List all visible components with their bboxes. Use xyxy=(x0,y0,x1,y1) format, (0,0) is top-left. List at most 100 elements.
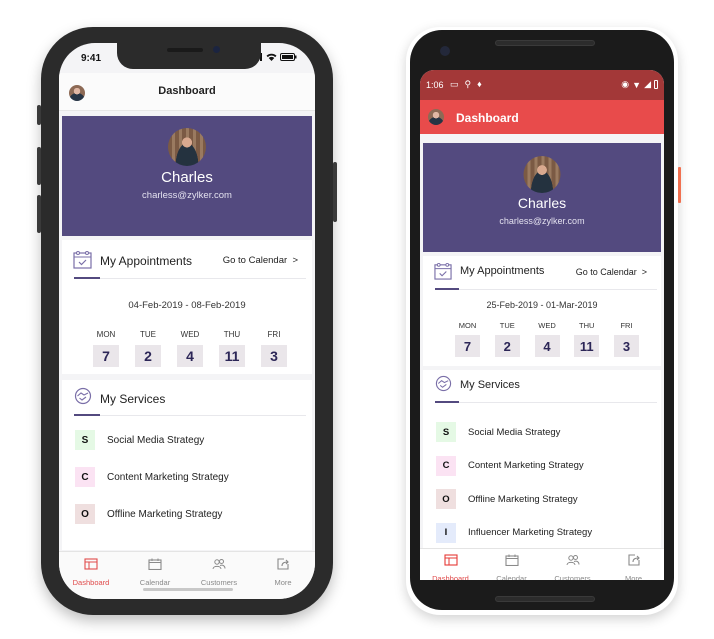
bottom-speaker xyxy=(495,596,595,602)
tab-dashboard[interactable]: Dashboard xyxy=(420,553,481,580)
service-item[interactable]: C Content Marketing Strategy xyxy=(436,455,584,476)
customers-icon xyxy=(212,557,226,575)
day-label: MON xyxy=(96,330,116,339)
status-time: 9:41 xyxy=(81,53,102,64)
service-initial-badge: O xyxy=(75,504,95,524)
appointment-count: 3 xyxy=(261,345,287,367)
android-device: 1:06 ▭ ⚲ ♦ ◉ ▼ ◢ Dashboard Charles charl… xyxy=(406,27,681,615)
service-item[interactable]: O Offline Marketing Strategy xyxy=(436,489,578,509)
day-label: FRI xyxy=(620,321,633,330)
battery-icon xyxy=(280,53,297,61)
appointment-count: 11 xyxy=(219,345,245,367)
wifi-icon xyxy=(266,53,277,61)
tab-label: Dashboard xyxy=(432,574,469,580)
volume-down-button xyxy=(37,195,41,233)
tab-label: Dashboard xyxy=(72,578,110,587)
appointment-count: 2 xyxy=(135,345,161,367)
power-button xyxy=(333,162,337,222)
tab-more[interactable]: More xyxy=(603,553,664,580)
go-to-calendar-link[interactable]: Go to Calendar > xyxy=(223,255,298,266)
service-item[interactable]: S Social Media Strategy xyxy=(75,430,204,450)
home-indicator xyxy=(143,588,233,591)
ios-screen: 9:41 Dashboard Charles charless@zylker.c… xyxy=(59,43,315,599)
day-label: MON xyxy=(458,321,477,330)
appointments-card: My Appointments Go to Calendar > 04-Feb-… xyxy=(62,240,312,374)
dashboard-icon xyxy=(84,557,98,575)
appointment-count: 2 xyxy=(494,335,520,357)
appointment-count: 7 xyxy=(455,335,480,357)
profile-email: charless@zylker.com xyxy=(142,190,232,201)
tab-dashboard[interactable]: Dashboard xyxy=(59,557,123,599)
service-item[interactable]: C Content Marketing Strategy xyxy=(75,467,229,487)
app-bar: Dashboard xyxy=(420,100,664,134)
user-avatar[interactable] xyxy=(428,109,444,125)
appointments-title: My Appointments xyxy=(460,265,545,277)
tab-label: Calendar xyxy=(139,578,171,587)
front-camera-icon xyxy=(440,46,450,56)
day-mon[interactable]: MON 7 xyxy=(455,321,480,357)
service-initial-badge: I xyxy=(436,522,456,543)
service-initial-badge: C xyxy=(436,455,456,476)
appointment-count: 4 xyxy=(534,335,560,357)
tab-more[interactable]: More xyxy=(251,557,315,599)
profile-name: Charles xyxy=(517,195,567,211)
service-item[interactable]: I Influencer Marketing Strategy xyxy=(436,522,593,543)
appointments-title: My Appointments xyxy=(100,254,193,268)
mic-icon: ♦ xyxy=(477,79,482,89)
notch xyxy=(117,43,261,69)
week-days: MON 7 TUE 2 WED 4 THU 11 FRI 3 xyxy=(455,321,639,357)
tab-label: Calendar xyxy=(496,574,527,580)
calendar-icon xyxy=(504,553,519,571)
status-bar: 1:06 ▭ ⚲ ♦ ◉ ▼ ◢ xyxy=(420,70,664,100)
profile-avatar xyxy=(523,156,561,193)
day-tue[interactable]: TUE 2 xyxy=(135,330,161,367)
week-days: MON 7 TUE 2 WED 4 THU 11 FRI 3 xyxy=(93,330,287,367)
tab-label: Customers xyxy=(200,578,238,587)
day-fri[interactable]: FRI 3 xyxy=(614,321,639,357)
day-label: THU xyxy=(579,321,595,330)
day-wed[interactable]: WED 4 xyxy=(177,330,203,367)
date-range: 25-Feb-2019 - 01-Mar-2019 xyxy=(486,300,598,310)
service-label: Social Media Strategy xyxy=(468,426,561,438)
day-label: FRI xyxy=(267,330,281,339)
services-card: My Services S Social Media Strategy C Conte… xyxy=(423,370,661,550)
battery-icon xyxy=(654,80,658,89)
calendar-check-icon xyxy=(73,251,92,269)
appointment-count: 4 xyxy=(177,345,203,367)
signal-icon: ◢ xyxy=(644,79,651,89)
services-title: My Services xyxy=(100,392,166,406)
wifi-icon: ▼ xyxy=(632,79,642,90)
tab-label: Customers xyxy=(554,574,591,580)
day-fri[interactable]: FRI 3 xyxy=(261,330,287,367)
android-screen: 1:06 ▭ ⚲ ♦ ◉ ▼ ◢ Dashboard Charles charl… xyxy=(420,70,664,580)
tab-customers[interactable]: Customers xyxy=(187,557,251,599)
page-title: Dashboard xyxy=(456,111,519,125)
handshake-icon xyxy=(435,375,452,392)
tab-calendar[interactable]: Calendar xyxy=(481,553,542,580)
day-wed[interactable]: WED 4 xyxy=(534,321,560,357)
tab-calendar[interactable]: Calendar xyxy=(123,557,187,599)
service-item[interactable]: O Offline Marketing Strategy xyxy=(75,504,222,524)
day-mon[interactable]: MON 7 xyxy=(93,330,119,367)
day-tue[interactable]: TUE 2 xyxy=(494,321,520,357)
day-thu[interactable]: THU 11 xyxy=(219,330,245,367)
service-item[interactable]: S Social Media Strategy xyxy=(436,422,560,442)
tab-bar: Dashboard Calendar Customers More xyxy=(59,551,315,599)
service-initial-badge: S xyxy=(75,430,95,450)
bottom-navigation: Dashboard Calendar Customers More xyxy=(420,548,664,580)
earpiece xyxy=(495,40,595,46)
iphone-device: 9:41 Dashboard Charles charless@zylker.c… xyxy=(37,27,337,615)
calendar-check-icon xyxy=(434,262,452,280)
day-thu[interactable]: THU 11 xyxy=(574,321,600,357)
tab-customers[interactable]: Customers xyxy=(542,553,603,580)
day-label: THU xyxy=(223,330,241,339)
mute-switch xyxy=(37,105,41,125)
volume-up-button xyxy=(37,147,41,185)
appointment-count: 11 xyxy=(574,335,600,357)
go-to-calendar-link[interactable]: Go to Calendar > xyxy=(576,267,647,277)
service-label: Influencer Marketing Strategy xyxy=(468,527,593,538)
service-initial-badge: O xyxy=(436,489,456,509)
profile-name: Charles xyxy=(161,169,213,186)
profile-card: Charles charless@zylker.com xyxy=(62,116,312,236)
services-title: My Services xyxy=(460,379,520,391)
